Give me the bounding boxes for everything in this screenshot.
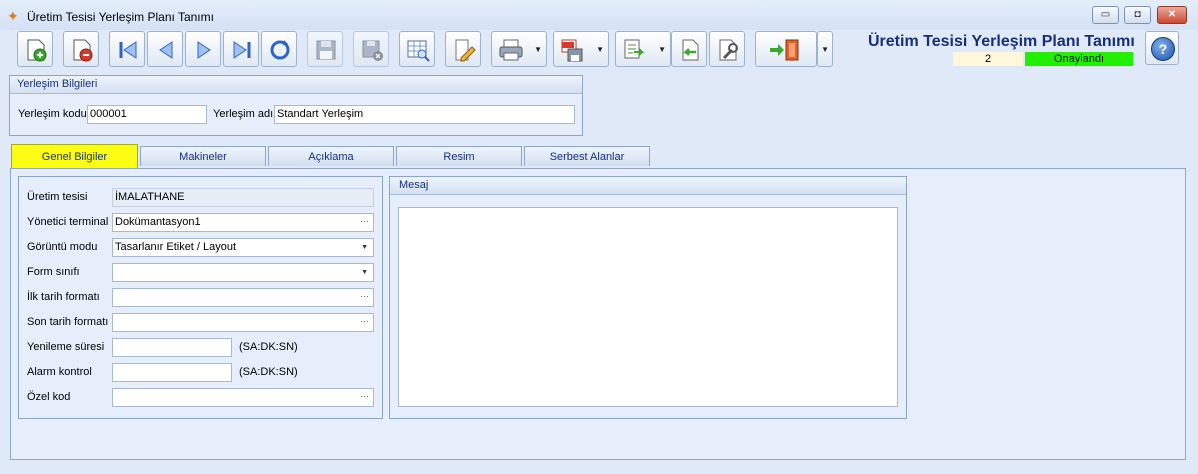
delete-record-icon <box>73 39 93 62</box>
next-record-button[interactable] <box>185 31 221 67</box>
chevron-down-icon[interactable]: ▼ <box>361 264 368 281</box>
new-record-icon <box>27 39 47 62</box>
tab-genel-bilgiler[interactable]: Genel Bilgiler <box>11 144 138 168</box>
goruntu-modu-select[interactable]: Tasarlanır Etiket / Layout ▼ <box>112 238 374 257</box>
ellipsis-icon[interactable]: ··· <box>360 289 369 305</box>
print-icon <box>499 39 523 61</box>
save-button[interactable] <box>307 31 343 67</box>
tab-resim[interactable]: Resim <box>396 146 522 166</box>
butterfly-app-icon: ✦ <box>7 8 19 24</box>
new-record-button[interactable] <box>17 31 53 67</box>
form-sinifi-label: Form sınıfı <box>27 266 80 278</box>
ilk-tarih-formati-label: İlk tarih formatı <box>27 291 100 303</box>
tab-aciklama[interactable]: Açıklama <box>268 146 394 166</box>
edit-button[interactable] <box>445 31 481 67</box>
tab-serbest-alanlar[interactable]: Serbest Alanlar <box>524 146 650 166</box>
tab-makineler[interactable]: Makineler <box>140 146 266 166</box>
ellipsis-icon[interactable]: ··· <box>360 389 369 405</box>
more-options-button[interactable]: ▼ <box>817 31 833 67</box>
previous-record-icon <box>159 41 173 59</box>
preview-grid-icon <box>407 40 430 62</box>
form-title: Üretim Tesisi Yerleşim Planı Tanımı <box>868 33 1135 50</box>
refresh-button[interactable] <box>261 31 297 67</box>
cancel-save-button[interactable] <box>353 31 389 67</box>
goruntu-modu-value: Tasarlanır Etiket / Layout <box>115 241 237 253</box>
ozel-kod-label: Özel kod <box>27 391 71 403</box>
yonetici-terminal-input[interactable]: Dokümantasyon1 ··· <box>112 213 374 232</box>
delete-record-button[interactable] <box>63 31 99 67</box>
print-button[interactable]: ▼ <box>491 31 547 67</box>
export-icon <box>624 39 645 59</box>
ozel-kod-input[interactable]: ··· <box>112 388 374 407</box>
first-record-button[interactable] <box>109 31 145 67</box>
goruntu-modu-label: Görüntü modu <box>27 241 98 253</box>
last-record-button[interactable] <box>223 31 259 67</box>
settings-tools-button[interactable] <box>709 31 745 67</box>
yenileme-suresi-input[interactable] <box>112 338 232 357</box>
previous-record-button[interactable] <box>147 31 183 67</box>
alarm-unit-label: (SA:DK:SN) <box>239 366 298 378</box>
exit-button[interactable] <box>755 31 817 67</box>
pdf-export-button[interactable]: ▼ <box>553 31 609 67</box>
window-title: Üretim Tesisi Yerleşim Planı Tanımı <box>27 10 214 24</box>
yenileme-suresi-label: Yenileme süresi <box>27 341 105 353</box>
son-tarih-formati-input[interactable]: ··· <box>112 313 374 332</box>
form-sinifi-select[interactable]: ▼ <box>112 263 374 282</box>
yonetici-terminal-label: Yönetici terminal <box>27 216 109 228</box>
uretim-tesisi-field: İMALATHANE <box>112 188 374 207</box>
alarm-kontrol-label: Alarm kontrol <box>27 366 92 378</box>
ellipsis-icon[interactable]: ··· <box>360 314 369 330</box>
yerlesim-kodu-label: Yerleşim kodu <box>18 108 87 120</box>
save-icon <box>316 40 336 60</box>
import-button[interactable] <box>671 31 707 67</box>
close-button[interactable]: ✕ <box>1157 6 1187 24</box>
status-badge: Onaylandı <box>1025 52 1133 66</box>
chevron-down-icon[interactable]: ▼ <box>534 45 542 54</box>
last-record-icon <box>233 41 251 59</box>
next-record-icon <box>197 41 211 59</box>
exit-door-icon <box>770 39 799 61</box>
son-tarih-formati-label: Son tarih formatı <box>27 316 109 328</box>
yonetici-terminal-value: Dokümantasyon1 <box>115 216 201 228</box>
group-header: Yerleşim Bilgileri <box>10 76 582 94</box>
mesaj-header: Mesaj <box>390 177 906 195</box>
cancel-save-icon <box>362 40 383 61</box>
title-bar: ✦ Üretim Tesisi Yerleşim Planı Tanımı ▭ … <box>0 0 1198 30</box>
chevron-down-icon[interactable]: ▼ <box>361 239 368 256</box>
restore-button[interactable]: ◘ <box>1124 6 1151 24</box>
chevron-down-icon[interactable]: ▼ <box>596 45 604 54</box>
yerlesim-adi-label: Yerleşim adı <box>213 108 274 120</box>
first-record-icon <box>119 41 137 59</box>
ilk-tarih-formati-input[interactable]: ··· <box>112 288 374 307</box>
mesaj-group: Mesaj <box>389 176 907 419</box>
help-button[interactable]: ? <box>1145 31 1179 65</box>
yenileme-unit-label: (SA:DK:SN) <box>239 341 298 353</box>
help-icon: ? <box>1151 37 1175 61</box>
refresh-icon <box>270 40 290 60</box>
chevron-down-icon[interactable]: ▼ <box>658 45 666 54</box>
minimize-button[interactable]: ▭ <box>1092 6 1119 24</box>
yerlesim-kodu-input[interactable]: 000001 <box>87 105 207 124</box>
uretim-tesisi-label: Üretim tesisi <box>27 191 88 203</box>
alarm-kontrol-input[interactable] <box>112 363 232 382</box>
preview-grid-button[interactable] <box>399 31 435 67</box>
more-options-icon[interactable]: ▼ <box>821 45 829 54</box>
pdf-export-icon <box>561 39 583 62</box>
record-number: 2 <box>953 52 1023 66</box>
export-button[interactable]: ▼ <box>615 31 671 67</box>
settings-tools-icon <box>719 39 738 61</box>
edit-icon <box>455 39 476 62</box>
ellipsis-icon[interactable]: ··· <box>360 214 369 230</box>
mesaj-textarea[interactable] <box>398 207 898 407</box>
yerlesim-adi-input[interactable]: Standart Yerleşim <box>274 105 575 124</box>
import-icon <box>682 39 699 61</box>
